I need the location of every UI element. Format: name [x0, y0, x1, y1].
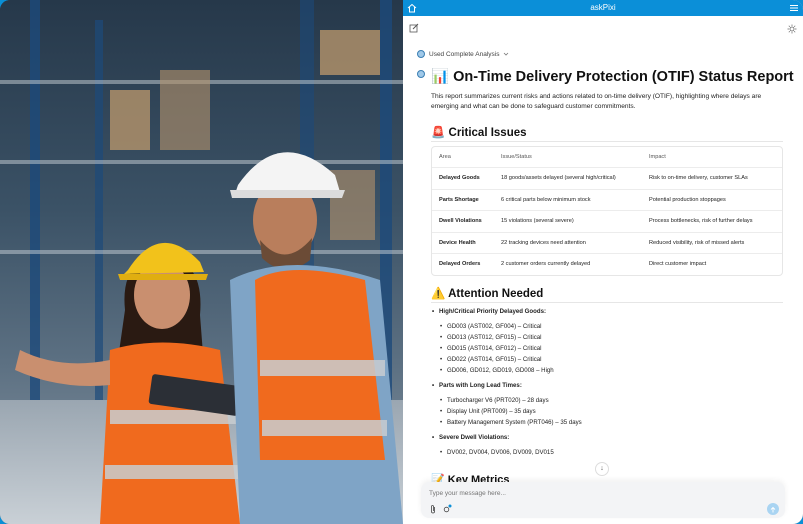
- table-cell: Potential production stoppages: [649, 196, 726, 203]
- chart-icon: 📊: [431, 69, 450, 85]
- paperclip-icon[interactable]: [429, 504, 437, 514]
- table-cell: 6 critical parts below minimum stock: [501, 196, 591, 203]
- table-header-row: Area Issue/Status Impact: [432, 147, 782, 167]
- list-item: GD003 (AST002, GF004) – Critical: [431, 321, 783, 332]
- report-title: 📊 On-Time Delivery Protection (OTIF) Sta…: [431, 68, 794, 85]
- table-row: Dwell Violations 15 violations (several …: [432, 210, 782, 232]
- bot-icon: [417, 70, 425, 78]
- list-item: Turbocharger V6 (PRT020) – 28 days: [431, 395, 783, 406]
- menu-icon[interactable]: [790, 4, 798, 12]
- app-title: askPixi: [590, 3, 616, 12]
- table-cell: 22 tracking devices need attention: [501, 239, 586, 246]
- list-item: DV002, DV004, DV006, DV009, DV015: [431, 447, 783, 458]
- table-cell: Device Health: [439, 239, 476, 246]
- list-group-title: Severe Dwell Violations:: [431, 432, 783, 443]
- table-cell: 15 violations (several severe): [501, 218, 574, 225]
- table-cell: Direct customer impact: [649, 261, 707, 268]
- chat-content[interactable]: Used Complete Analysis 📊 On-Time Deliver…: [403, 40, 803, 460]
- worker-man-illustration: [230, 152, 403, 524]
- list-item: Battery Management System (PRT046) – 35 …: [431, 417, 783, 428]
- message-input[interactable]: [427, 486, 731, 500]
- report-title-text: On-Time Delivery Protection (OTIF) Statu…: [453, 69, 794, 85]
- table-cell: 18 goods/assets delayed (several high/cr…: [501, 175, 616, 182]
- message-composer: [421, 482, 785, 518]
- send-icon: [770, 506, 776, 513]
- list-item: GD015 (AST014, GF012) – Critical: [431, 343, 783, 354]
- settings-icon[interactable]: [442, 504, 452, 514]
- hero-photo: [0, 0, 403, 524]
- window-frame: askPixi Used Complete Analysis 📊 On-Time…: [0, 0, 803, 524]
- analysis-label: Used Complete Analysis: [429, 50, 500, 58]
- list-group-title: High/Critical Priority Delayed Goods:: [431, 306, 783, 317]
- sun-icon[interactable]: [787, 24, 797, 34]
- column-header: Issue/Status: [501, 154, 532, 160]
- table-cell: Reduced visibility, risk of missed alert…: [649, 239, 745, 246]
- list-item: GD013 (AST012, GF015) – Critical: [431, 332, 783, 343]
- top-toolbar: [403, 16, 803, 40]
- divider: [431, 141, 783, 142]
- table-cell: Dwell Violations: [439, 218, 482, 225]
- bot-icon: [417, 50, 425, 58]
- list-item: GD022 (AST014, GF015) – Critical: [431, 354, 783, 365]
- column-header: Impact: [649, 154, 666, 160]
- send-button[interactable]: [767, 503, 779, 515]
- analysis-toggle[interactable]: Used Complete Analysis: [417, 50, 509, 58]
- home-icon[interactable]: [407, 3, 417, 13]
- list-group-title: Parts with Long Lead Times:: [431, 380, 783, 391]
- critical-issues-table: Area Issue/Status Impact Delayed Goods 1…: [431, 146, 783, 276]
- list-item: GD006, GD012, GD019, GD008 – High: [431, 365, 783, 376]
- report-intro: This report summarizes current risks and…: [431, 93, 762, 110]
- table-row: Parts Shortage 6 critical parts below mi…: [432, 188, 782, 211]
- title-bar: askPixi: [403, 0, 803, 16]
- table-cell: Delayed Goods: [439, 175, 480, 182]
- critical-issues-heading: 🚨 Critical Issues: [431, 125, 527, 139]
- table-cell: Process bottlenecks, risk of further del…: [649, 218, 753, 225]
- edit-icon[interactable]: [409, 23, 419, 33]
- table-row: Delayed Orders 2 customer orders current…: [432, 253, 782, 275]
- chat-app-panel: askPixi Used Complete Analysis 📊 On-Time…: [403, 0, 803, 524]
- table-cell: Delayed Orders: [439, 261, 481, 268]
- attention-needed-heading: ⚠️ Attention Needed: [431, 286, 543, 300]
- arrow-down-icon: ↓: [600, 465, 604, 472]
- critical-heading-text: Critical Issues: [448, 127, 527, 139]
- table-cell: Risk to on-time delivery, customer SLAs: [649, 175, 748, 182]
- table-cell: 2 customer orders currently delayed: [501, 261, 591, 268]
- warning-icon: ⚠️: [431, 288, 446, 300]
- siren-icon: 🚨: [431, 127, 446, 139]
- list-item: Display Unit (PRT009) – 35 days: [431, 406, 783, 417]
- column-header: Area: [439, 154, 451, 160]
- chevron-down-icon: [504, 52, 509, 56]
- table-row: Device Health 22 tracking devices need a…: [432, 231, 782, 254]
- attention-heading-text: Attention Needed: [448, 288, 544, 300]
- attention-list: High/Critical Priority Delayed Goods: GD…: [431, 306, 783, 458]
- scroll-down-button[interactable]: ↓: [595, 462, 609, 476]
- divider: [431, 302, 783, 303]
- table-row: Delayed Goods 18 goods/assets delayed (s…: [432, 167, 782, 189]
- table-cell: Parts Shortage: [439, 196, 479, 203]
